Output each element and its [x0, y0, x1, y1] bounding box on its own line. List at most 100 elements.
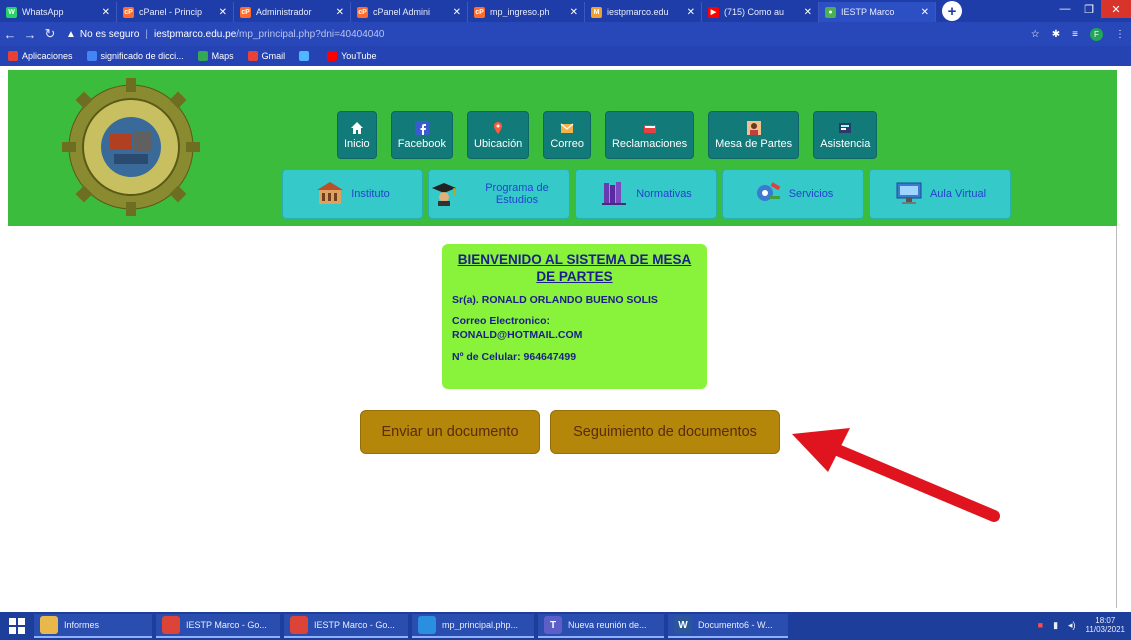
nav-button-label: Inicio [344, 137, 370, 150]
bookmark-item[interactable]: significado de dicci... [86, 51, 184, 61]
reload-icon[interactable]: ↻ [40, 26, 60, 42]
tab-close-icon[interactable]: ✕ [453, 7, 461, 18]
location-pin-icon [491, 121, 505, 135]
maximize-button[interactable]: ❐ [1077, 0, 1101, 18]
nav-button-label: Ubicación [474, 137, 523, 150]
tab-close-icon[interactable]: ✕ [336, 7, 344, 18]
send-document-button[interactable]: Enviar un documento [360, 410, 540, 454]
new-tab-button[interactable]: + [942, 1, 962, 21]
tab-close-icon[interactable]: ✕ [921, 7, 929, 18]
browser-tab[interactable]: W WhatsApp ✕ [0, 2, 117, 22]
tab-close-icon[interactable]: ✕ [687, 7, 695, 18]
profile-avatar[interactable]: F [1090, 27, 1103, 41]
bookmark-icon [8, 51, 18, 61]
computer-icon [894, 180, 924, 209]
bookmark-item[interactable] [299, 51, 313, 61]
network-icon[interactable]: ▮ [1053, 620, 1058, 631]
taskbar-item[interactable]: IESTP Marco - Go... [156, 614, 280, 638]
bookmark-item[interactable]: YouTube [327, 51, 376, 61]
subnav-button-aula-virtual[interactable]: Aula Virtual [869, 169, 1011, 219]
taskbar-item[interactable]: W Documento6 - W... [668, 614, 788, 638]
tab-favicon-icon: cP [123, 6, 134, 18]
browser-tab[interactable]: cP cPanel - Princip ✕ [117, 2, 234, 22]
taskbar-app-icon: T [544, 616, 562, 634]
track-documents-button[interactable]: Seguimiento de documentos [550, 410, 780, 454]
nav-button-mesa-de-partes[interactable]: Mesa de Partes [708, 111, 800, 159]
bookmark-label: Gmail [261, 51, 286, 61]
taskbar-item-label: IESTP Marco - Go... [186, 620, 267, 630]
browser-tab[interactable]: cP Administrador ✕ [234, 2, 351, 22]
windows-start-icon[interactable] [0, 612, 34, 640]
subnav-button-normativas[interactable]: Normativas [575, 169, 717, 219]
nav-button-asistencia[interactable]: Asistencia [813, 111, 878, 159]
tab-title: iestpmarco.edu [607, 7, 669, 17]
tab-close-icon[interactable]: ✕ [804, 7, 812, 18]
taskbar-item-label: IESTP Marco - Go... [314, 620, 395, 630]
bookmark-item[interactable]: Maps [197, 51, 234, 61]
bookmark-item[interactable]: Aplicaciones [8, 51, 73, 61]
site-header: Inicio Facebook Ubicación Correo Reclamacion… [8, 70, 1117, 226]
subnav-button-servicios[interactable]: Servicios [722, 169, 864, 219]
browser-tab[interactable]: ▶ (715) Como au ✕ [702, 2, 819, 22]
taskbar-item-label: Informes [64, 620, 100, 630]
nav-button-label: Correo [550, 137, 584, 150]
tab-favicon-icon: cP [357, 6, 368, 18]
nav-button-label: Reclamaciones [611, 137, 688, 150]
tab-close-icon[interactable]: ✕ [102, 7, 110, 18]
extensions-icon[interactable]: ✱ [1052, 29, 1060, 40]
reading-list-icon[interactable]: ≡ [1072, 29, 1078, 40]
nav-button-correo[interactable]: Correo [543, 111, 591, 159]
subnav-label: Instituto [351, 187, 390, 200]
browser-tab[interactable]: cP mp_ingreso.ph ✕ [468, 2, 585, 22]
url-path: /mp_principal.php?dni=40404040 [236, 28, 385, 40]
subnav-button-instituto[interactable]: Instituto [282, 169, 423, 219]
url-domain: iestpmarco.edu.pe [154, 28, 237, 40]
warning-icon: ▲ [66, 28, 76, 40]
taskbar-item[interactable]: T Nueva reunión de... [538, 614, 664, 638]
minimize-button[interactable]: — [1053, 0, 1077, 18]
tab-title: cPanel - Princip [139, 7, 203, 17]
clock[interactable]: 18:07 11/03/2021 [1086, 616, 1125, 634]
browser-tab[interactable]: Miestpmarco.edu ✕ [585, 2, 702, 22]
taskbar-item[interactable]: IESTP Marco - Go... [284, 614, 408, 638]
nav-button-reclamaciones[interactable]: Reclamaciones [604, 111, 695, 159]
tab-favicon-icon: ▶ [708, 6, 719, 18]
forward-arrow-icon[interactable]: → [20, 27, 40, 42]
tab-close-icon[interactable]: ✕ [570, 7, 578, 18]
subnav-button-programa-de-estudios[interactable]: Programa de Estudios [428, 169, 570, 219]
browser-tab[interactable]: cP cPanel Admini ✕ [351, 2, 468, 22]
clock-time: 18:07 [1095, 616, 1116, 625]
browser-tab-strip: W WhatsApp ✕ cP cPanel - Princip ✕ cP Administr… [0, 0, 1131, 22]
bookmark-label: Aplicaciones [22, 51, 73, 61]
taskbar-app-icon [40, 616, 58, 634]
volume-icon[interactable]: ◂) [1068, 620, 1076, 631]
tab-close-icon[interactable]: ✕ [219, 7, 227, 18]
nav-button-label: Asistencia [820, 137, 871, 150]
taskbar-app-icon: W [674, 616, 692, 634]
close-window-button[interactable]: ✕ [1101, 0, 1131, 18]
subnav-label: Servicios [788, 187, 834, 200]
attendance-icon [838, 121, 852, 135]
menu-dots-icon[interactable]: ⋮ [1115, 29, 1125, 40]
nav-button-ubicaci-n[interactable]: Ubicación [467, 111, 530, 159]
mail-icon [560, 121, 574, 135]
bookmark-label: Maps [211, 51, 234, 61]
pdf-icon[interactable]: ■ [1038, 620, 1043, 630]
tab-title: mp_ingreso.ph [490, 7, 550, 17]
user-phone: Nº de Celular: 964647499 [452, 350, 577, 363]
url-field[interactable]: ▲ No es seguro | iestpmarco.edu.pe /mp_p… [66, 29, 384, 40]
complaint-book-icon [643, 121, 657, 135]
nav-button-facebook[interactable]: Facebook [390, 111, 453, 159]
tab-title: cPanel Admini [373, 7, 431, 17]
bookmark-item[interactable]: Gmail [247, 51, 286, 61]
taskbar-item[interactable]: mp_principal.php... [412, 614, 534, 638]
email-label: Correo Electronico: [452, 315, 551, 328]
nav-button-inicio[interactable]: Inicio [337, 111, 377, 159]
browser-tab[interactable]: ● IESTP Marco ✕ [819, 2, 936, 22]
taskbar-item[interactable]: Informes [34, 614, 152, 638]
taskbar-item-label: mp_principal.php... [442, 620, 519, 630]
back-arrow-icon[interactable]: ← [0, 27, 20, 42]
nav-button-label: Mesa de Partes [715, 137, 793, 150]
red-pointer-arrow-icon [792, 428, 1000, 522]
bookmark-star-icon[interactable]: ☆ [1031, 29, 1040, 40]
